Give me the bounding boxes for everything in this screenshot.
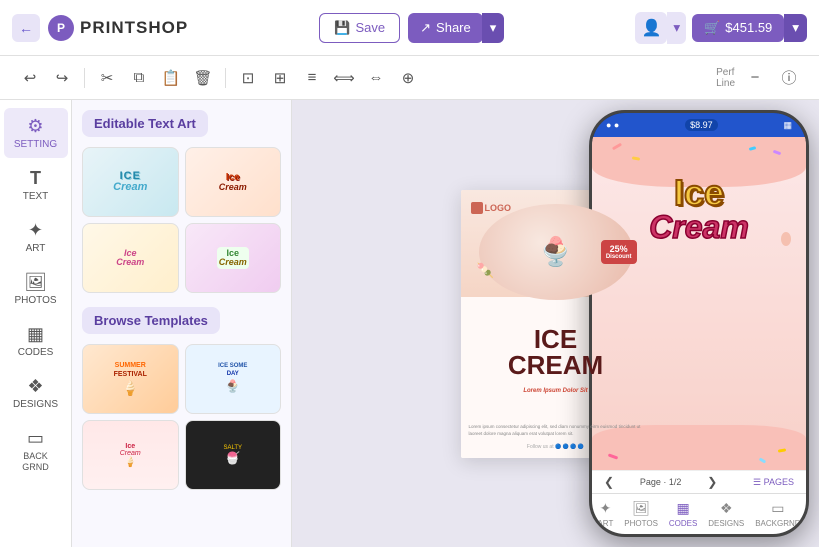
toolbar-right: Perf Line − ⓘ bbox=[716, 64, 803, 92]
cart-caret-button[interactable]: ▾ bbox=[784, 14, 807, 42]
share-group: ↗ Share ▾ bbox=[408, 13, 504, 43]
delete-button[interactable]: 🗑 bbox=[189, 64, 217, 92]
cart-icon: 🛒 bbox=[704, 20, 720, 36]
phone-tb-designs[interactable]: ❖ DESIGNS bbox=[708, 500, 744, 528]
doc-popsicle: 🍡 bbox=[477, 262, 494, 279]
phone-codes-icon: ▦ bbox=[676, 500, 689, 517]
panel: Editable Text Art ICE Cream Ice Cream Ic… bbox=[72, 100, 292, 547]
phone-ice-cream-text: Ice Cream bbox=[592, 175, 806, 243]
sidebar-item-photos[interactable]: 🖼 PHOTOS bbox=[4, 264, 68, 314]
doc-logo: LOGO bbox=[471, 202, 512, 214]
copy-button[interactable]: ⧉ bbox=[125, 64, 153, 92]
phone-designs-icon: ❖ bbox=[720, 500, 733, 517]
browse-templates-grid: SUMMER FESTIVAL 🍦 ICE SOME DAY 🍨 Ice Cre… bbox=[82, 344, 281, 490]
phone-bg-icon: ▭ bbox=[771, 500, 784, 517]
phone-bottom-toolbar: ✦ ART 🖼 PHOTOS ▦ CODES ❖ DESIGNS ▭ BA bbox=[592, 493, 806, 534]
header-right: 👤 ▾ 🛒 $451.59 ▾ bbox=[635, 12, 807, 44]
avatar-group: 👤 ▾ bbox=[635, 12, 686, 44]
sidebar-item-codes[interactable]: ▦ CODES bbox=[4, 316, 68, 366]
frame-button[interactable]: ⊡ bbox=[234, 64, 262, 92]
avatar-button[interactable]: 👤 bbox=[635, 12, 667, 44]
phone-price-badge: $8.97 bbox=[685, 119, 718, 131]
phone-tb-photos[interactable]: 🖼 PHOTOS bbox=[624, 500, 658, 528]
header-center: 💾 Save ↗ Share ▾ bbox=[319, 13, 504, 43]
text-art-thumb-3[interactable]: Ice Cream bbox=[82, 223, 179, 293]
info-button[interactable]: ⓘ bbox=[775, 64, 803, 92]
doc-lorem-text: Lorem ipsum consectetur adipiscing elit,… bbox=[469, 424, 643, 438]
transform-button[interactable]: ⟺ bbox=[330, 64, 358, 92]
save-icon: 💾 bbox=[334, 20, 350, 36]
designs-icon: ❖ bbox=[27, 376, 43, 397]
phone-grid-icon: ▦ bbox=[783, 120, 792, 131]
paste-button[interactable]: 📋 bbox=[157, 64, 185, 92]
share-icon: ↗ bbox=[420, 20, 431, 36]
sidebar-item-text[interactable]: T TEXT bbox=[4, 160, 68, 210]
phone-tb-codes[interactable]: ▦ CODES bbox=[669, 500, 697, 528]
text-art-section-title: Editable Text Art bbox=[82, 110, 208, 137]
text-art-thumb-1[interactable]: ICE Cream bbox=[82, 147, 179, 217]
text-art-thumb-2[interactable]: Ice Cream bbox=[185, 147, 282, 217]
perf-line-label: Perf Line bbox=[716, 67, 735, 89]
undo-button[interactable]: ↩ bbox=[16, 64, 44, 92]
phone-page-indicator: Page · 1/2 bbox=[640, 477, 682, 487]
phone-next-button[interactable]: ❯ bbox=[707, 475, 717, 489]
phone-photos-icon: 🖼 bbox=[632, 500, 650, 517]
setting-icon: ⚙ bbox=[27, 116, 43, 137]
toolbar-sep-1 bbox=[84, 68, 85, 88]
cart-group: 🛒 $451.59 ▾ bbox=[692, 14, 807, 42]
art-icon: ✦ bbox=[28, 220, 43, 241]
text-art-thumb-4[interactable]: Ice Cream bbox=[185, 223, 282, 293]
template-thumb-2[interactable]: ICE SOME DAY 🍨 bbox=[185, 344, 282, 414]
crop-button[interactable]: ⊕ bbox=[394, 64, 422, 92]
photos-icon: 🖼 bbox=[24, 272, 47, 293]
phone-art-icon: ✦ bbox=[600, 500, 612, 517]
background-icon: ▭ bbox=[27, 428, 44, 449]
sidebar-item-designs[interactable]: ❖ DESIGNS bbox=[4, 368, 68, 418]
template-thumb-3[interactable]: Ice Cream 🍦 bbox=[82, 420, 179, 490]
sidebar-item-setting[interactable]: ⚙ SETTING bbox=[4, 108, 68, 158]
text-art-grid: ICE Cream Ice Cream Ice Cream bbox=[82, 147, 281, 293]
template-thumb-4[interactable]: SALTY 🍧 bbox=[185, 420, 282, 490]
logo-icon: P bbox=[48, 15, 74, 41]
phone-prev-button[interactable]: ❮ bbox=[604, 475, 614, 489]
logo-area: P PRINTSHOP bbox=[48, 15, 188, 41]
align-button[interactable]: ≡ bbox=[298, 64, 326, 92]
cut-button[interactable]: ✂ bbox=[93, 64, 121, 92]
sidebar: ⚙ SETTING T TEXT ✦ ART 🖼 PHOTOS ▦ CODES … bbox=[0, 100, 72, 547]
template-thumb-1[interactable]: SUMMER FESTIVAL 🍦 bbox=[82, 344, 179, 414]
doc-follow-line: Follow us at 🔵 🔵 🔵 🔵 bbox=[461, 444, 651, 450]
sidebar-item-background[interactable]: ▭ BACKGRND bbox=[4, 420, 68, 481]
sidebar-item-art[interactable]: ✦ ART bbox=[4, 212, 68, 262]
doc-title: ICE CREAM bbox=[461, 326, 651, 378]
toolbar: ↩ ↪ ✂ ⧉ 📋 🗑 ⊡ ⊞ ≡ ⟺ ⇔ ⊕ Perf Line − ⓘ bbox=[0, 56, 819, 100]
header: ← P PRINTSHOP 💾 Save ↗ Share ▾ 👤 ▾ 🛒 $45… bbox=[0, 0, 819, 56]
codes-icon: ▦ bbox=[27, 324, 44, 345]
canvas-area: LOGO 🍨 🍡 25% Discount ICE CREAM bbox=[292, 100, 819, 547]
phone-pages-button[interactable]: ☰ PAGES bbox=[753, 477, 794, 488]
redo-button[interactable]: ↪ bbox=[48, 64, 76, 92]
minus-button[interactable]: − bbox=[741, 64, 769, 92]
doc-subtitle: Lorem Ipsum Dolor Sit bbox=[461, 388, 651, 394]
text-icon: T bbox=[30, 168, 41, 189]
save-button[interactable]: 💾 Save bbox=[319, 13, 400, 43]
phone-nav: ❮ Page · 1/2 ❯ ☰ PAGES bbox=[592, 470, 806, 493]
main: ⚙ SETTING T TEXT ✦ ART 🖼 PHOTOS ▦ CODES … bbox=[0, 100, 819, 547]
share-button[interactable]: ↗ Share bbox=[408, 13, 483, 43]
header-left: ← P PRINTSHOP bbox=[12, 14, 188, 42]
doc-discount-badge: 25% Discount bbox=[601, 240, 637, 264]
back-button[interactable]: ← bbox=[12, 14, 40, 42]
phone-status-bar: ● ● $8.97 ▦ bbox=[592, 113, 806, 137]
app-name: PRINTSHOP bbox=[80, 18, 188, 38]
cart-button[interactable]: 🛒 $451.59 bbox=[692, 14, 784, 42]
browse-templates-section-title: Browse Templates bbox=[82, 307, 220, 334]
phone-tb-background[interactable]: ▭ BACKGRND bbox=[755, 500, 800, 528]
avatar-caret-button[interactable]: ▾ bbox=[667, 12, 686, 44]
share-caret-button[interactable]: ▾ bbox=[482, 13, 505, 43]
phone-tb-art[interactable]: ✦ ART bbox=[597, 500, 613, 528]
doc-logo-icon bbox=[471, 202, 483, 214]
toolbar-sep-2 bbox=[225, 68, 226, 88]
phone-signal-icon: ● ● bbox=[606, 120, 619, 130]
group-button[interactable]: ⊞ bbox=[266, 64, 294, 92]
flip-button[interactable]: ⇔ bbox=[362, 64, 390, 92]
